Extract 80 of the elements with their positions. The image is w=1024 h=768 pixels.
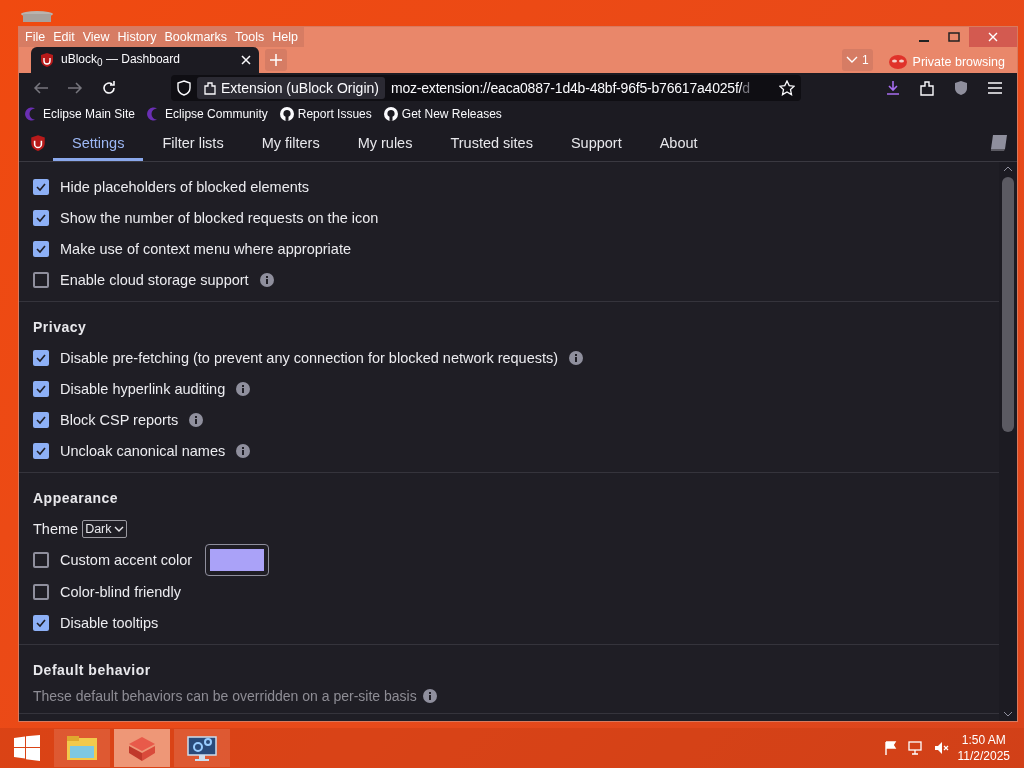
close-icon bbox=[988, 32, 998, 42]
checkbox[interactable] bbox=[33, 442, 49, 459]
bookmark-link[interactable]: Report Issues bbox=[277, 107, 374, 121]
checkbox[interactable] bbox=[33, 240, 49, 257]
tab-title: uBlock$_{0}$ — Dashboard bbox=[61, 51, 181, 69]
trash-bin-icon bbox=[20, 10, 54, 22]
address-bar[interactable]: Extension (uBlock Origin) moz-extension://eaca0887-1d4b-48bf-96f5-b76617a4025f/d bbox=[171, 75, 801, 101]
dashboard-tab[interactable]: Trusted sites bbox=[431, 125, 552, 161]
theme-label: Theme bbox=[33, 520, 79, 537]
star-icon bbox=[779, 80, 795, 96]
network-icon bbox=[907, 741, 924, 755]
checkbox[interactable] bbox=[33, 178, 49, 195]
book-icon bbox=[989, 134, 1009, 152]
mask-icon bbox=[888, 55, 907, 69]
option-label: Show the number of blocked requests on the icon bbox=[60, 209, 379, 226]
checkbox[interactable] bbox=[33, 614, 49, 631]
option-label: Disable pre-fetching (to prevent any connection for blocked network requests) bbox=[60, 349, 559, 366]
option-label: Block CSP reports bbox=[60, 411, 179, 428]
shield-logo-icon bbox=[39, 52, 55, 68]
maximize-icon bbox=[948, 32, 960, 42]
windows-logo-icon bbox=[14, 735, 40, 761]
chevron-down-icon bbox=[845, 56, 858, 64]
menu-icon bbox=[987, 81, 1003, 95]
checkbox[interactable] bbox=[33, 209, 49, 226]
option-label: Disable hyperlink auditing bbox=[60, 380, 226, 397]
dashboard-tab[interactable]: My filters bbox=[242, 125, 339, 161]
clock-time: 1:50 AM bbox=[961, 732, 1006, 748]
minimize-icon bbox=[919, 40, 929, 42]
checkbox[interactable] bbox=[33, 583, 49, 600]
section-description: These default behaviors can be overridden on a per-site basis bbox=[33, 688, 417, 704]
identity-box[interactable]: Extension (uBlock Origin) bbox=[197, 77, 385, 99]
shield-logo-icon bbox=[29, 134, 47, 152]
chevron-down-icon bbox=[113, 524, 124, 533]
folder-icon bbox=[66, 734, 98, 762]
color-picker[interactable] bbox=[205, 544, 270, 576]
option-label: Make use of context menu where appropriate bbox=[60, 240, 351, 257]
download-icon bbox=[885, 80, 901, 96]
private-browsing-label: Private browsing bbox=[912, 55, 1005, 69]
shield-icon bbox=[177, 80, 191, 96]
theme-select[interactable]: Dark bbox=[82, 519, 127, 538]
dashboard-tab[interactable]: My rules bbox=[338, 125, 432, 161]
option-label: Custom accent color bbox=[60, 552, 193, 568]
bookmark-link[interactable]: Eclipse Main Site bbox=[23, 107, 138, 121]
option-label: Uncloak canonical names bbox=[60, 442, 226, 459]
reload-icon bbox=[101, 80, 117, 96]
section-heading: Appearance bbox=[33, 489, 120, 508]
flag-icon bbox=[883, 741, 898, 755]
speaker-muted-icon bbox=[933, 741, 950, 755]
option-label: Disable tooltips bbox=[60, 614, 159, 631]
option-label: Color-blind friendly bbox=[60, 583, 181, 600]
bookmark-link[interactable]: Eclipse Community bbox=[145, 107, 270, 121]
dashboard-tab[interactable]: Settings bbox=[53, 125, 144, 161]
shield-icon bbox=[953, 80, 969, 96]
checkbox[interactable] bbox=[33, 552, 49, 568]
checkbox[interactable] bbox=[33, 271, 49, 288]
bookmark-link[interactable]: Get New Releases bbox=[381, 107, 504, 121]
puzzle-icon bbox=[919, 80, 935, 96]
dashboard-tab[interactable]: Filter lists bbox=[143, 125, 243, 161]
puzzle-icon bbox=[203, 81, 217, 95]
scroll-up-icon bbox=[1004, 166, 1012, 171]
checkbox[interactable] bbox=[33, 411, 49, 428]
scroll-down-icon bbox=[1004, 712, 1012, 717]
forward-arrow-icon bbox=[67, 81, 83, 95]
plus-icon bbox=[270, 54, 282, 66]
back-arrow-icon bbox=[33, 81, 49, 95]
url-text: moz-extension://eaca0887-1d4b-48bf-96f5-b76617a4025f/d bbox=[390, 80, 751, 96]
section-heading: Privacy bbox=[33, 318, 88, 337]
taskbar-app-button[interactable] bbox=[174, 729, 230, 767]
option-label: Enable cloud storage support bbox=[60, 271, 249, 288]
monitor-gear-icon bbox=[186, 733, 218, 763]
browser-tab[interactable]: uBlock$_{0}$ — Dashboard bbox=[31, 47, 259, 73]
close-icon bbox=[241, 55, 251, 65]
dashboard-tab[interactable]: About bbox=[640, 125, 717, 161]
dashboard-tab[interactable]: Support bbox=[551, 125, 641, 161]
scrollbar-thumb[interactable] bbox=[1002, 177, 1014, 432]
checkbox[interactable] bbox=[33, 349, 49, 366]
clock-date: 11/2/2025 bbox=[957, 748, 1010, 764]
section-heading: Default behavior bbox=[33, 661, 152, 680]
checkbox[interactable] bbox=[33, 380, 49, 397]
option-label: Hide placeholders of blocked elements bbox=[60, 178, 310, 195]
